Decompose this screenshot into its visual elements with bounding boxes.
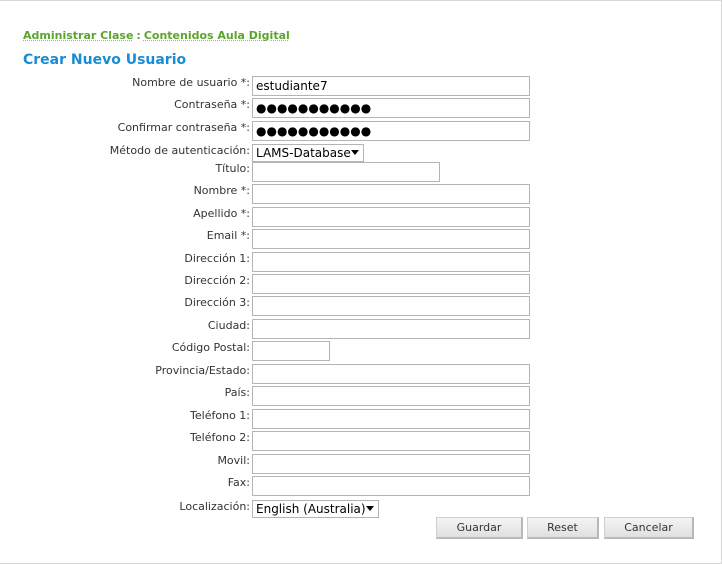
chevron-down-icon	[366, 506, 374, 511]
username-label: Nombre de usuario *:	[132, 76, 250, 89]
form-row-postal-code: Código Postal:	[0, 341, 722, 363]
email-input[interactable]	[252, 229, 530, 249]
last-name-input[interactable]	[252, 207, 530, 227]
mobile-label: Movil:	[217, 454, 250, 467]
chevron-down-icon	[351, 150, 359, 155]
form-row-password: Contraseña *:	[0, 98, 722, 120]
form-row-last-name: Apellido *:	[0, 207, 722, 229]
form-row-first-name: Nombre *:	[0, 184, 722, 206]
address1-label: Dirección 1:	[184, 252, 250, 265]
page-top-border	[0, 0, 722, 3]
province-label: Provincia/Estado:	[155, 364, 250, 377]
postal-code-input[interactable]	[252, 341, 330, 361]
locale-label: Localización:	[179, 500, 250, 513]
form-row-fax: Fax:	[0, 476, 722, 498]
address3-input[interactable]	[252, 296, 530, 316]
password-confirm-label: Confirmar contraseña *:	[117, 121, 250, 134]
form-row-address2: Dirección 2:	[0, 274, 722, 296]
address2-input[interactable]	[252, 274, 530, 294]
cancel-button[interactable]: Cancelar	[604, 517, 694, 539]
form-row-city: Ciudad:	[0, 319, 722, 341]
form-row-mobile: Movil:	[0, 454, 722, 476]
password-confirm-input[interactable]	[252, 121, 530, 141]
form-row-address3: Dirección 3:	[0, 296, 722, 318]
address2-label: Dirección 2:	[184, 274, 250, 287]
address3-label: Dirección 3:	[184, 296, 250, 309]
email-label: Email *:	[206, 229, 250, 242]
city-label: Ciudad:	[207, 319, 250, 332]
locale-value: English (Australia)	[256, 502, 366, 516]
form-row-phone1: Teléfono 1:	[0, 409, 722, 431]
fax-input[interactable]	[252, 476, 530, 496]
breadcrumb: Administrar Clase: Contenidos Aula Digita…	[23, 29, 290, 42]
first-name-label: Nombre *:	[193, 184, 250, 197]
phone2-input[interactable]	[252, 431, 530, 451]
password-label: Contraseña *:	[174, 98, 250, 111]
username-input[interactable]	[252, 76, 530, 96]
postal-code-label: Código Postal:	[171, 341, 250, 354]
province-input[interactable]	[252, 364, 530, 384]
form-row-phone2: Teléfono 2:	[0, 431, 722, 453]
country-label: País:	[224, 386, 250, 399]
fax-label: Fax:	[227, 476, 250, 489]
form-row-country: País:	[0, 386, 722, 408]
address1-input[interactable]	[252, 252, 530, 272]
form-row-title: Título:	[0, 162, 722, 184]
title-input[interactable]	[252, 162, 440, 182]
breadcrumb-link-administrar-clase[interactable]: Administrar Clase	[23, 29, 133, 42]
password-input[interactable]	[252, 98, 530, 118]
page-title: Crear Nuevo Usuario	[23, 52, 187, 68]
save-button[interactable]: Guardar	[436, 517, 523, 539]
locale-select[interactable]: English (Australia)	[252, 500, 379, 518]
form-row-password-confirm: Confirmar contraseña *:	[0, 121, 722, 143]
auth-method-select[interactable]: LAMS-Database	[252, 144, 364, 162]
reset-button[interactable]: Reset	[527, 517, 599, 539]
form-row-address1: Dirección 1:	[0, 252, 722, 274]
country-input[interactable]	[252, 386, 530, 406]
auth-method-value: LAMS-Database	[256, 146, 351, 160]
title-label: Título:	[215, 162, 250, 175]
phone2-label: Teléfono 2:	[190, 431, 250, 444]
phone1-input[interactable]	[252, 409, 530, 429]
mobile-input[interactable]	[252, 454, 530, 474]
form-row-email: Email *:	[0, 229, 722, 251]
form-row-username: Nombre de usuario *:	[0, 76, 722, 98]
phone1-label: Teléfono 1:	[190, 409, 250, 422]
first-name-input[interactable]	[252, 184, 530, 204]
form-row-province: Provincia/Estado:	[0, 364, 722, 386]
city-input[interactable]	[252, 319, 530, 339]
breadcrumb-link-contenidos[interactable]: Contenidos Aula Digital	[144, 29, 290, 42]
auth-method-label: Método de autenticación:	[109, 144, 250, 157]
breadcrumb-separator: :	[136, 29, 141, 42]
last-name-label: Apellido *:	[193, 207, 250, 220]
